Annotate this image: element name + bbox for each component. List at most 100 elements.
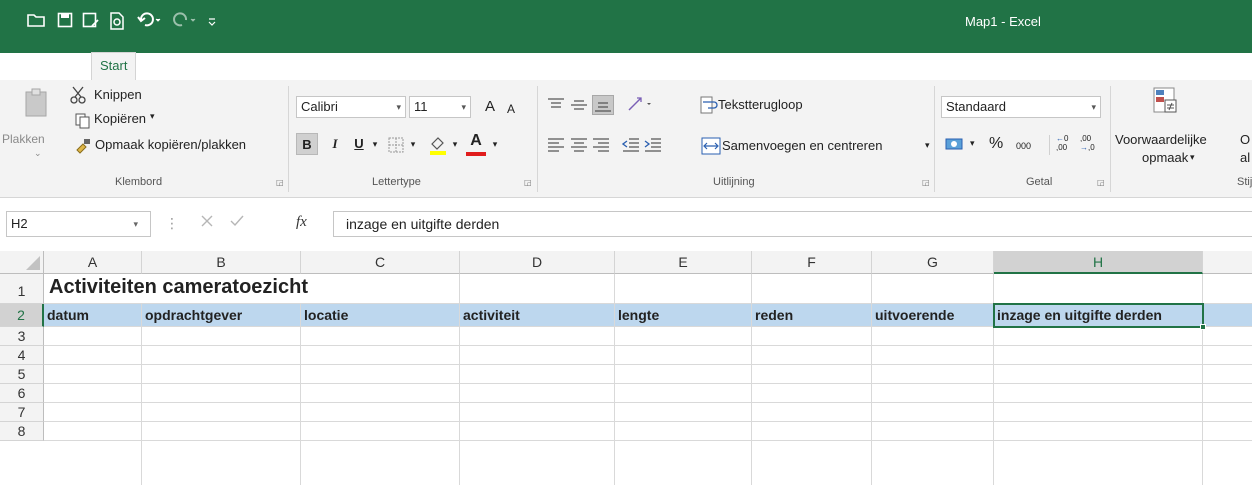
increase-decimal-button[interactable]: ←0,00 [1056,134,1068,152]
conditional-dropdown-icon[interactable]: ▾ [1190,152,1195,163]
print-preview-icon[interactable] [107,12,127,32]
cell-d1[interactable] [460,274,615,304]
format-painter-button[interactable]: Opmaak kopiëren/plakken [95,137,246,152]
decrease-indent-icon[interactable] [621,138,640,155]
save-as-icon[interactable] [81,12,101,32]
copy-dropdown-icon[interactable]: ▾ [150,111,155,122]
open-folder-icon[interactable] [26,12,46,32]
row-header-2[interactable]: 2 [0,304,44,327]
row-header-6[interactable]: 6 [0,384,44,403]
align-top-icon[interactable] [547,98,565,115]
cell-c1[interactable] [301,274,460,304]
column-header-f[interactable]: F [752,251,872,274]
paste-button[interactable]: Plakken [2,132,45,146]
cell-e2[interactable]: lengte [615,304,752,327]
shrink-font-button[interactable]: A [502,98,520,120]
redo-icon[interactable] [170,12,200,32]
column-header-c[interactable]: C [301,251,460,274]
cell-c2[interactable]: locatie [301,304,460,327]
grow-font-button[interactable]: A [480,96,500,118]
underline-dropdown-icon[interactable]: ▾ [368,133,382,155]
column-header-g[interactable]: G [872,251,994,274]
tab-gegevens[interactable]: Gegevens [484,54,559,78]
alignment-launcher-icon[interactable]: ◲ [922,178,930,187]
font-name-combo[interactable]: Calibri ▾ [296,96,406,118]
row-header-8[interactable]: 8 [0,422,44,441]
cell-i2[interactable] [1203,304,1252,327]
accounting-dropdown-icon[interactable]: ▾ [970,138,975,149]
tell-me-box[interactable]: Geef aan wat u wilt doen... [762,54,948,78]
tab-invoegen[interactable]: Invoegen [155,54,225,78]
borders-dropdown-icon[interactable]: ▾ [406,133,420,155]
cell-g1[interactable] [872,274,994,304]
formula-input[interactable]: inzage en uitgifte derden [333,211,1252,237]
tab-beeld[interactable]: Beeld [690,54,739,78]
undo-icon[interactable] [135,12,165,32]
copy-button[interactable]: Kopiëren [94,111,146,126]
cell-g2[interactable]: uitvoerende [872,304,994,327]
sheet-title[interactable]: Activiteiten cameratoezicht [44,274,308,304]
cell-b2[interactable]: opdrachtgever [142,304,301,327]
row-header-3[interactable]: 3 [0,327,44,346]
fill-color-icon[interactable] [428,135,448,158]
align-bottom-icon[interactable] [592,95,614,115]
cell-f1[interactable] [752,274,872,304]
cell-a2[interactable]: datum [44,304,142,327]
column-header-h[interactable]: H [994,251,1203,274]
tab-controleren[interactable]: Controleren [580,54,664,78]
cell-e1[interactable] [615,274,752,304]
cell-i1[interactable] [1203,274,1252,304]
align-left-icon[interactable] [547,138,565,155]
align-right-icon[interactable] [592,138,610,155]
column-header-i[interactable] [1203,251,1252,274]
wrap-text-button[interactable]: Tekstterugloop [718,97,803,112]
row-header-5[interactable]: 5 [0,365,44,384]
merge-dropdown-icon[interactable]: ▾ [925,140,930,151]
underline-button[interactable]: U [350,133,368,155]
thousands-button[interactable]: 000 [1016,141,1031,151]
cell-h1[interactable] [994,274,1203,304]
increase-indent-icon[interactable] [644,138,662,155]
customize-qat-icon[interactable] [202,12,222,32]
font-size-combo[interactable]: 11 ▾ [409,96,471,118]
clipboard-launcher-icon[interactable]: ◲ [276,178,284,187]
name-box[interactable]: H2 ▾ [6,211,151,237]
accounting-format-icon[interactable] [945,136,967,157]
font-launcher-icon[interactable]: ◲ [524,178,532,187]
row-header-7[interactable]: 7 [0,403,44,422]
cell-f2[interactable]: reden [752,304,872,327]
merge-center-icon[interactable] [701,137,721,158]
font-color-button[interactable]: A [466,130,486,152]
conditional-formatting-button[interactable]: Voorwaardelijke [1115,132,1207,147]
borders-icon[interactable] [388,137,404,156]
cancel-icon[interactable] [200,214,214,231]
bold-button[interactable]: B [296,133,318,155]
column-header-d[interactable]: D [460,251,615,274]
column-header-e[interactable]: E [615,251,752,274]
cell-d2[interactable]: activiteit [460,304,615,327]
select-all-corner[interactable] [0,251,44,274]
tab-formules[interactable]: Formules [390,54,460,78]
decrease-decimal-button[interactable]: ,00 →,0 [1080,134,1095,152]
save-icon[interactable] [55,12,75,32]
font-color-dropdown-icon[interactable]: ▾ [488,133,502,155]
row-header-4[interactable]: 4 [0,346,44,365]
insert-function-icon[interactable]: fx [296,214,307,231]
fill-color-dropdown-icon[interactable]: ▾ [448,133,462,155]
percent-button[interactable]: % [989,135,1003,153]
tab-start[interactable]: Start [91,52,137,80]
number-format-combo[interactable]: Standaard ▾ [941,96,1101,118]
merge-center-button[interactable]: Samenvoegen en centreren [722,138,882,153]
orientation-icon[interactable] [627,95,653,116]
column-header-a[interactable]: A [44,251,142,274]
number-launcher-icon[interactable]: ◲ [1097,178,1105,187]
empty-cells-area[interactable] [44,327,1252,485]
cell-h2[interactable]: inzage en uitgifte derden [994,304,1203,327]
align-center-icon[interactable] [570,138,588,155]
tab-bestand[interactable]: Bestand [12,54,76,78]
fill-handle[interactable] [1200,324,1206,330]
format-as-table-button-partial[interactable]: O [1240,132,1250,147]
row-header-1[interactable]: 1 [0,274,44,304]
enter-check-icon[interactable] [229,214,245,231]
cut-button[interactable]: Knippen [94,87,142,102]
